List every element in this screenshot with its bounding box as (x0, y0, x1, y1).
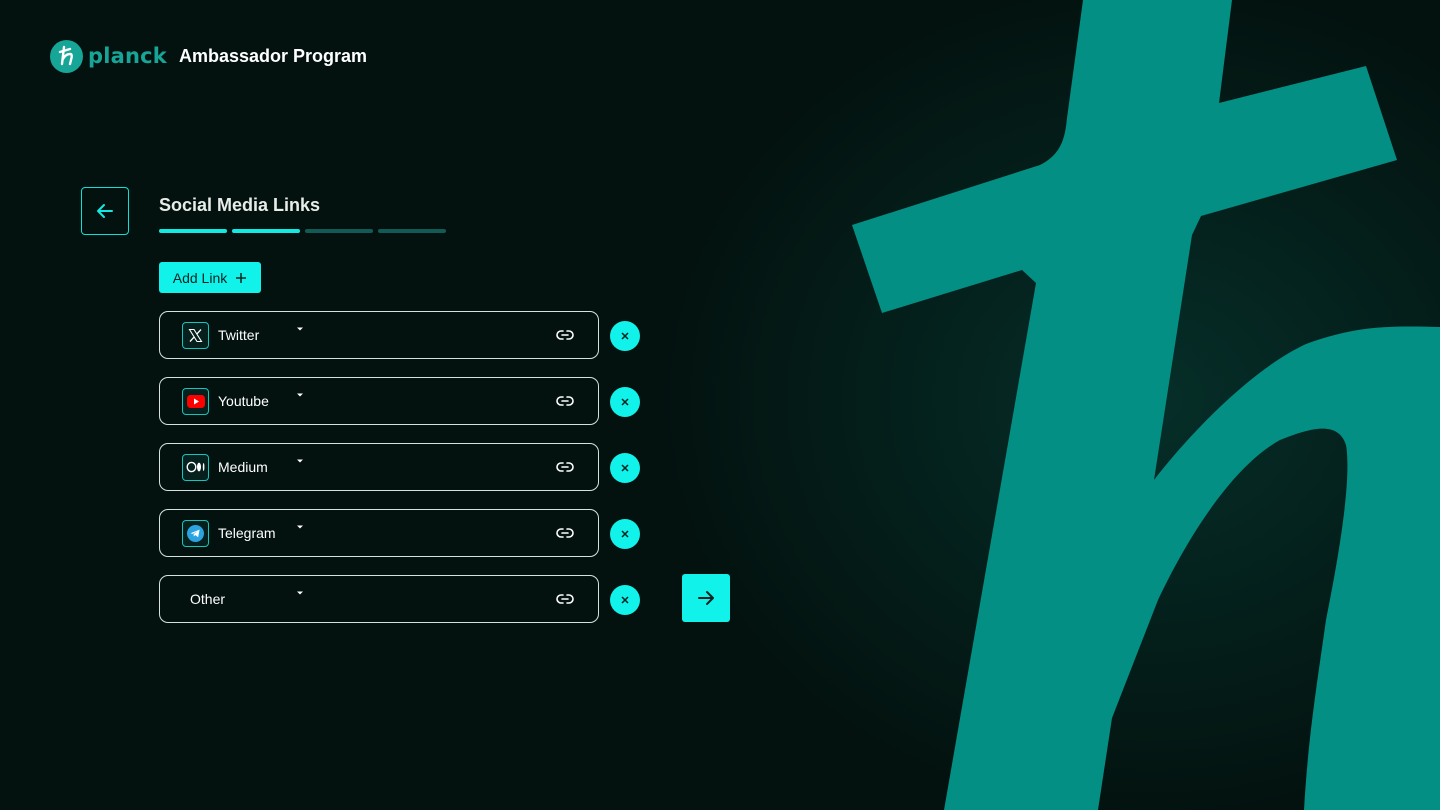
chevron-down-icon (297, 393, 303, 397)
remove-link-button[interactable] (610, 321, 640, 351)
x-twitter-icon (182, 321, 209, 349)
platform-dropdown[interactable]: Youtube (182, 386, 312, 416)
platform-label: Youtube (218, 393, 269, 409)
link-icon[interactable] (556, 393, 574, 409)
close-icon (621, 332, 629, 340)
medium-icon (182, 453, 209, 481)
remove-link-button[interactable] (610, 519, 640, 549)
step-indicator-3 (305, 229, 373, 233)
link-input-field[interactable]: Twitter (159, 311, 599, 359)
chevron-down-icon (297, 459, 303, 463)
step-indicator-2 (232, 229, 300, 233)
social-link-row: Other (159, 575, 659, 623)
arrow-left-icon (97, 204, 113, 218)
add-link-button[interactable]: Add Link (159, 262, 261, 293)
next-button[interactable] (682, 574, 730, 622)
close-icon (621, 464, 629, 472)
brand-name: planck (88, 44, 167, 68)
link-icon[interactable] (556, 327, 574, 343)
add-link-label: Add Link (172, 269, 228, 286)
platform-dropdown[interactable]: Telegram (182, 518, 312, 548)
social-links-list: Twitter Youtube Medium Telegram Other (159, 311, 659, 641)
page-title: Social Media Links (159, 195, 321, 215)
platform-label: Medium (218, 459, 268, 475)
close-icon (621, 398, 629, 406)
plus-icon (235, 272, 247, 284)
link-input-field[interactable]: Other (159, 575, 599, 623)
arrow-right-icon (698, 591, 714, 605)
close-icon (621, 596, 629, 604)
remove-link-button[interactable] (610, 585, 640, 615)
platform-label: Twitter (218, 327, 260, 343)
social-link-row: Twitter (159, 311, 659, 359)
link-icon[interactable] (556, 525, 574, 541)
platform-dropdown[interactable]: Medium (182, 452, 312, 482)
platform-dropdown[interactable]: Twitter (182, 320, 312, 350)
social-link-row: Medium (159, 443, 659, 491)
remove-link-button[interactable] (610, 453, 640, 483)
back-button[interactable] (81, 187, 129, 235)
social-link-row: Telegram (159, 509, 659, 557)
step-progress (159, 229, 451, 233)
chevron-down-icon (297, 327, 303, 331)
step-indicator-4 (378, 229, 446, 233)
brand-header: planck Ambassador Program (50, 38, 367, 74)
platform-label: Telegram (218, 525, 276, 541)
chevron-down-icon (297, 591, 303, 595)
planck-logo-icon (50, 39, 83, 73)
link-icon[interactable] (556, 591, 574, 607)
telegram-icon (182, 519, 209, 547)
close-icon (621, 530, 629, 538)
remove-link-button[interactable] (610, 387, 640, 417)
chevron-down-icon (297, 525, 303, 529)
platform-dropdown[interactable]: Other (182, 584, 312, 614)
link-input-field[interactable]: Medium (159, 443, 599, 491)
platform-label: Other (190, 591, 226, 607)
social-link-row: Youtube (159, 377, 659, 425)
step-indicator-1 (159, 229, 227, 233)
program-title: Ambassador Program (178, 45, 368, 66)
youtube-icon (182, 387, 209, 415)
link-input-field[interactable]: Youtube (159, 377, 599, 425)
link-input-field[interactable]: Telegram (159, 509, 599, 557)
link-icon[interactable] (556, 459, 574, 475)
